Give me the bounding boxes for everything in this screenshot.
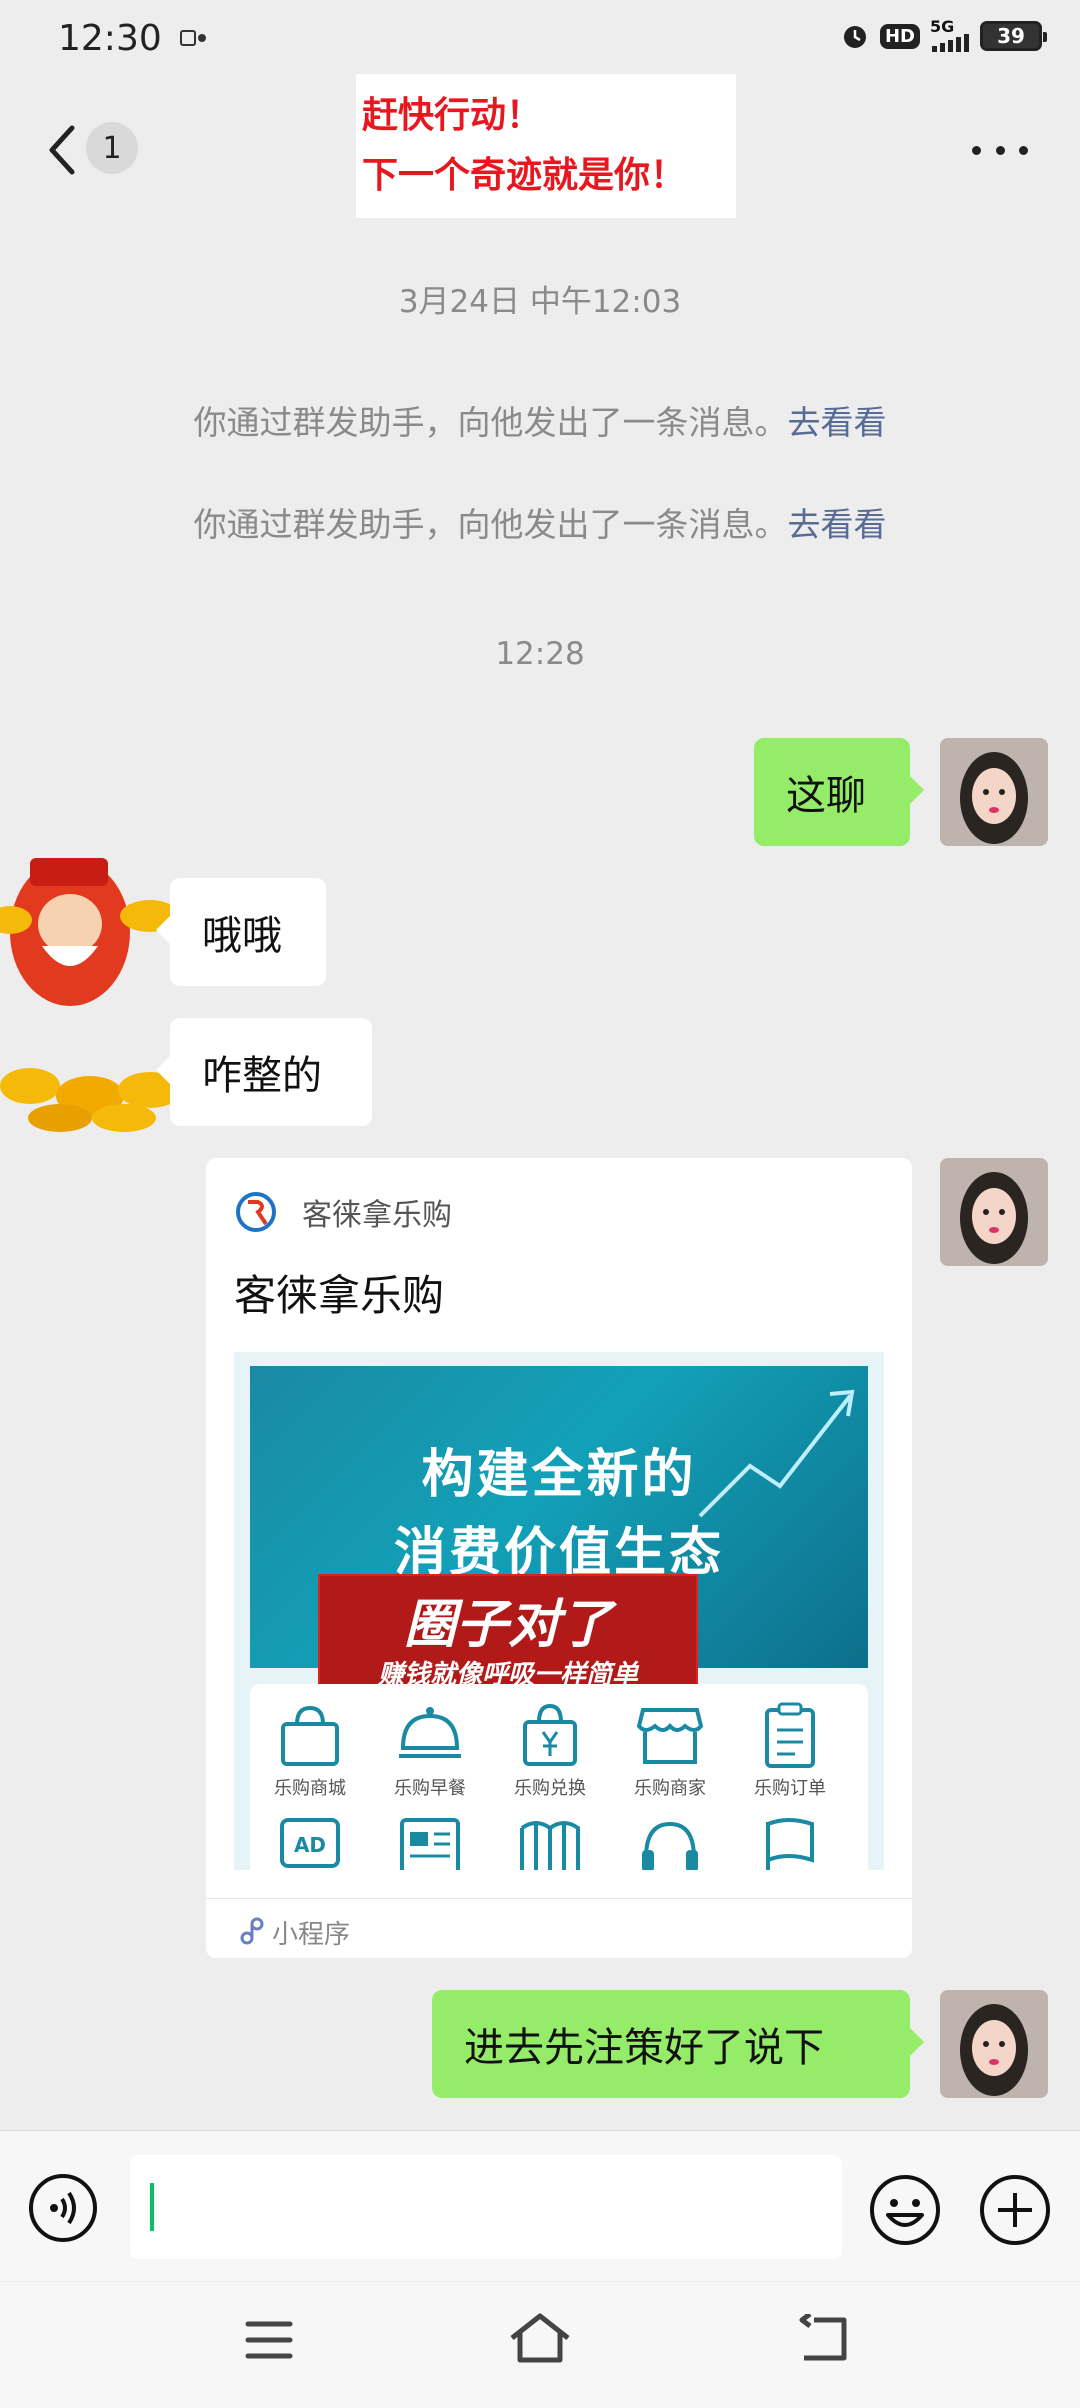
feature-grid: 乐购商城 乐购早餐 乐购兑换 乐购商家 乐购订单 AD bbox=[250, 1684, 868, 1870]
timestamp: 12:28 bbox=[495, 636, 585, 672]
grid-item-breakfast: 乐购早餐 bbox=[370, 1702, 490, 1800]
more-dots-icon bbox=[972, 145, 981, 155]
signal-icon: 5G bbox=[930, 19, 970, 52]
shopping-bag-icon bbox=[281, 1705, 339, 1766]
system-message: 你通过群发助手，向他发出了一条消息。去看看 bbox=[193, 403, 887, 442]
unread-count-badge[interactable]: 1 bbox=[86, 122, 138, 174]
back-nav-icon[interactable] bbox=[796, 2314, 850, 2364]
grid-item-orders: 乐购订单 bbox=[730, 1702, 850, 1800]
mini-program-label: 小程序 bbox=[272, 1920, 351, 1950]
card-title: 客徕拿乐购 bbox=[234, 1271, 445, 1320]
battery-icon: 39 bbox=[980, 21, 1047, 51]
brand-logo-icon bbox=[236, 1192, 276, 1232]
book-icon bbox=[520, 1821, 580, 1870]
my-avatar[interactable] bbox=[940, 1158, 1048, 1266]
card-divider bbox=[206, 1898, 912, 1899]
flag-icon bbox=[766, 1818, 814, 1870]
view-link[interactable]: 去看看 bbox=[788, 403, 887, 442]
news-icon bbox=[400, 1818, 460, 1870]
alarm-icon bbox=[843, 26, 866, 48]
cloche-icon bbox=[399, 1707, 461, 1758]
grid-item-mall: 乐购商城 bbox=[250, 1702, 370, 1800]
more-options-button[interactable] bbox=[972, 140, 1028, 160]
notification-icon bbox=[180, 30, 206, 46]
store-icon bbox=[636, 1708, 704, 1764]
my-avatar[interactable] bbox=[940, 738, 1048, 846]
timestamp: 3月24日 中午12:03 bbox=[398, 284, 682, 320]
promo-sticker: 圈子对了 赚钱就像呼吸一样简单 bbox=[318, 1574, 698, 1702]
emoji-icon[interactable] bbox=[868, 2173, 942, 2247]
banner-line-1: 赶快行动！ bbox=[362, 95, 543, 136]
yen-bag-icon bbox=[523, 1703, 577, 1766]
message-bubble-received[interactable]: 哦哦 bbox=[156, 878, 326, 986]
ad-icon: AD bbox=[280, 1818, 340, 1868]
svg-text:AD: AD bbox=[294, 1833, 326, 1857]
message-bubble-sent[interactable]: 这聊 bbox=[754, 738, 924, 846]
status-indicators: HD 5G 39 bbox=[840, 19, 1047, 52]
system-message: 你通过群发助手，向他发出了一条消息。去看看 bbox=[193, 505, 887, 544]
grid-item-merchant: 乐购商家 bbox=[610, 1702, 730, 1800]
input-bar bbox=[0, 2130, 1080, 2281]
back-button[interactable] bbox=[40, 120, 84, 180]
mini-program-icon bbox=[240, 1917, 264, 1945]
status-time: 12:30 bbox=[58, 18, 162, 59]
system-nav-bar bbox=[0, 2282, 1080, 2408]
headset-icon bbox=[642, 1821, 698, 1870]
text-caret bbox=[150, 2183, 154, 2231]
view-link[interactable]: 去看看 bbox=[788, 505, 887, 544]
menu-icon[interactable] bbox=[244, 2318, 294, 2362]
contact-avatar[interactable] bbox=[0, 846, 184, 1132]
mini-program-card[interactable]: 客徕拿乐购 客徕拿乐购 构建全新的 消费价值生态 圈子对了 赚钱就像呼吸一样简单… bbox=[206, 1158, 912, 1958]
promo-banner: 赶快行动！ 下一个奇迹就是你！ bbox=[356, 74, 736, 218]
banner-line-2: 下一个奇迹就是你！ bbox=[362, 155, 687, 196]
grid-item-exchange: 乐购兑换 bbox=[490, 1702, 610, 1800]
home-icon[interactable] bbox=[508, 2312, 572, 2364]
message-input[interactable] bbox=[130, 2155, 842, 2259]
hd-badge: HD bbox=[879, 23, 920, 49]
message-bubble-received[interactable]: 咋整的 bbox=[156, 1018, 372, 1126]
card-brand: 客徕拿乐购 bbox=[302, 1198, 452, 1233]
voice-icon[interactable] bbox=[28, 2173, 98, 2243]
hero-text: 构建全新的 消费价值生态 bbox=[393, 1445, 724, 1583]
plus-icon[interactable] bbox=[978, 2173, 1052, 2247]
card-preview-image: 构建全新的 消费价值生态 圈子对了 赚钱就像呼吸一样简单 乐购商城 乐购早餐 乐… bbox=[234, 1352, 884, 1870]
clipboard-icon bbox=[765, 1702, 815, 1768]
my-avatar[interactable] bbox=[940, 1990, 1048, 2098]
message-bubble-sent[interactable]: 进去先注策好了说下 bbox=[432, 1990, 924, 2098]
